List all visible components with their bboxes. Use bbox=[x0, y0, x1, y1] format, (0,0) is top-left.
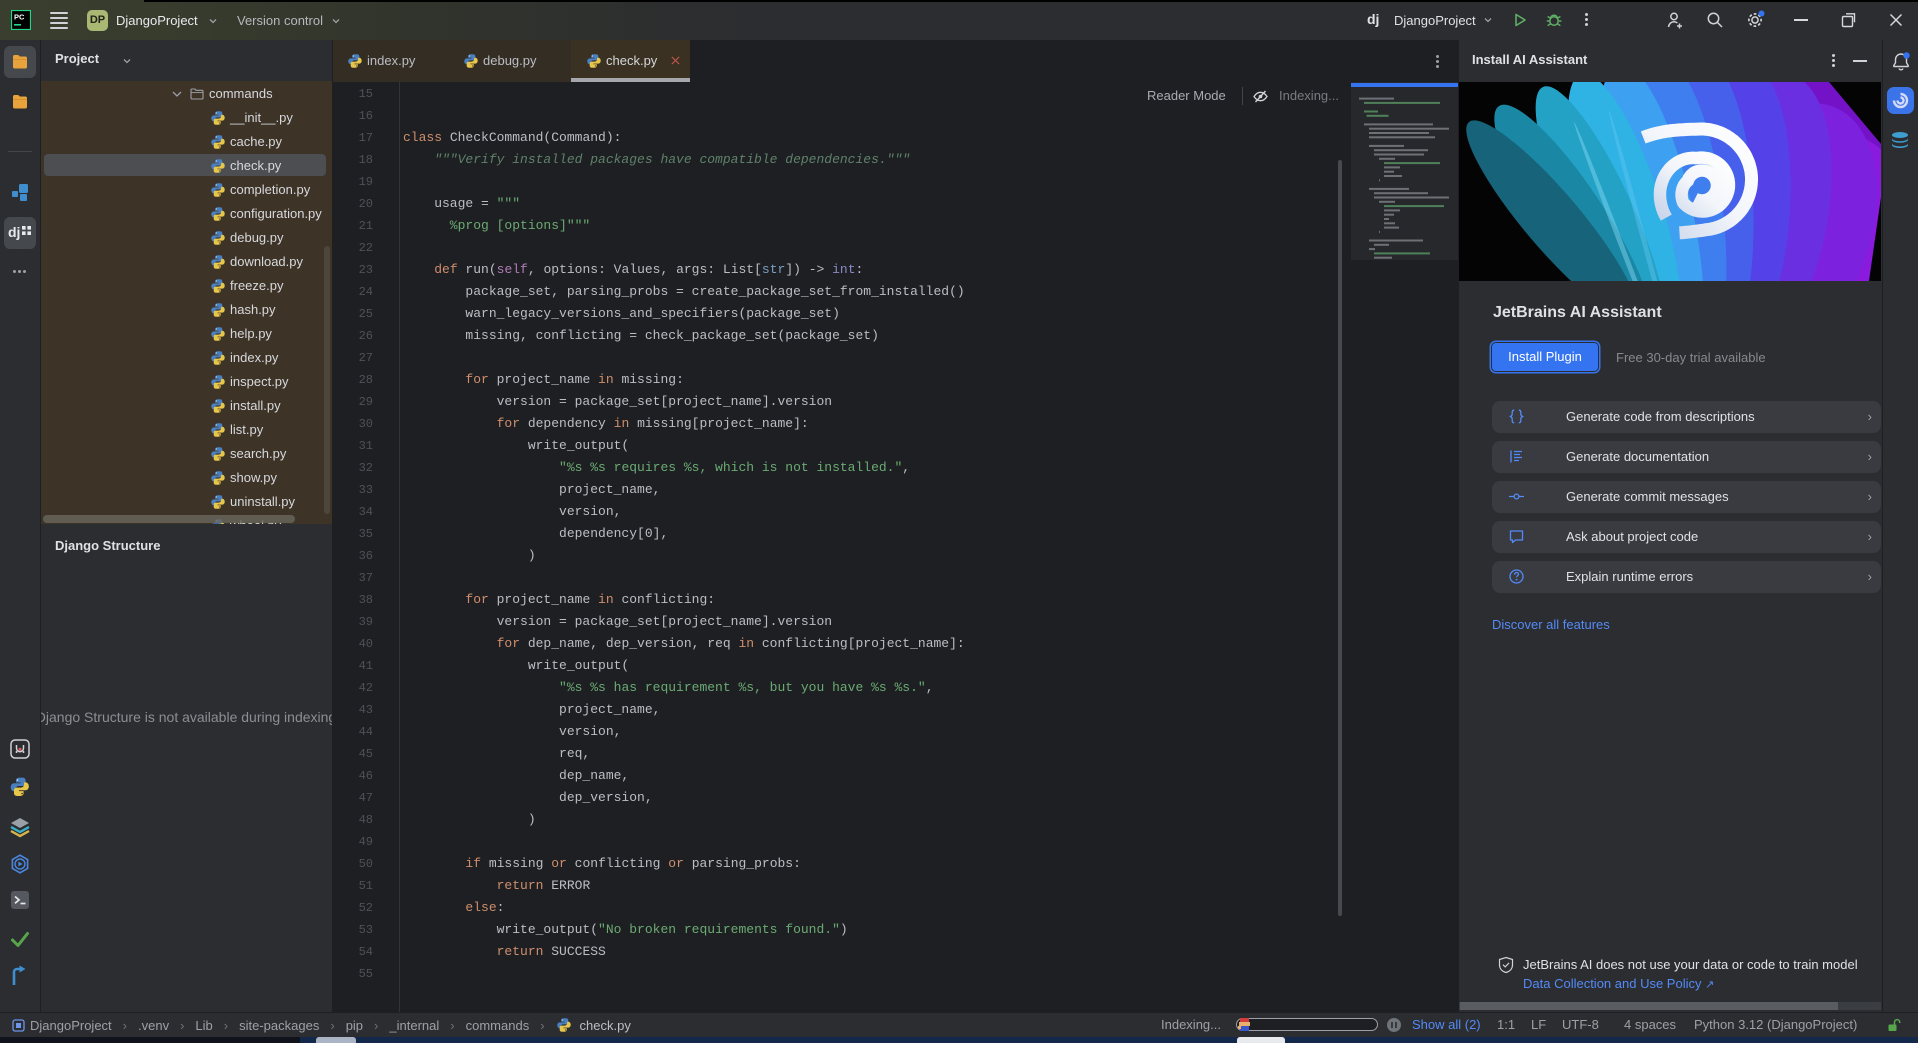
svg-text:PC: PC bbox=[14, 13, 25, 22]
